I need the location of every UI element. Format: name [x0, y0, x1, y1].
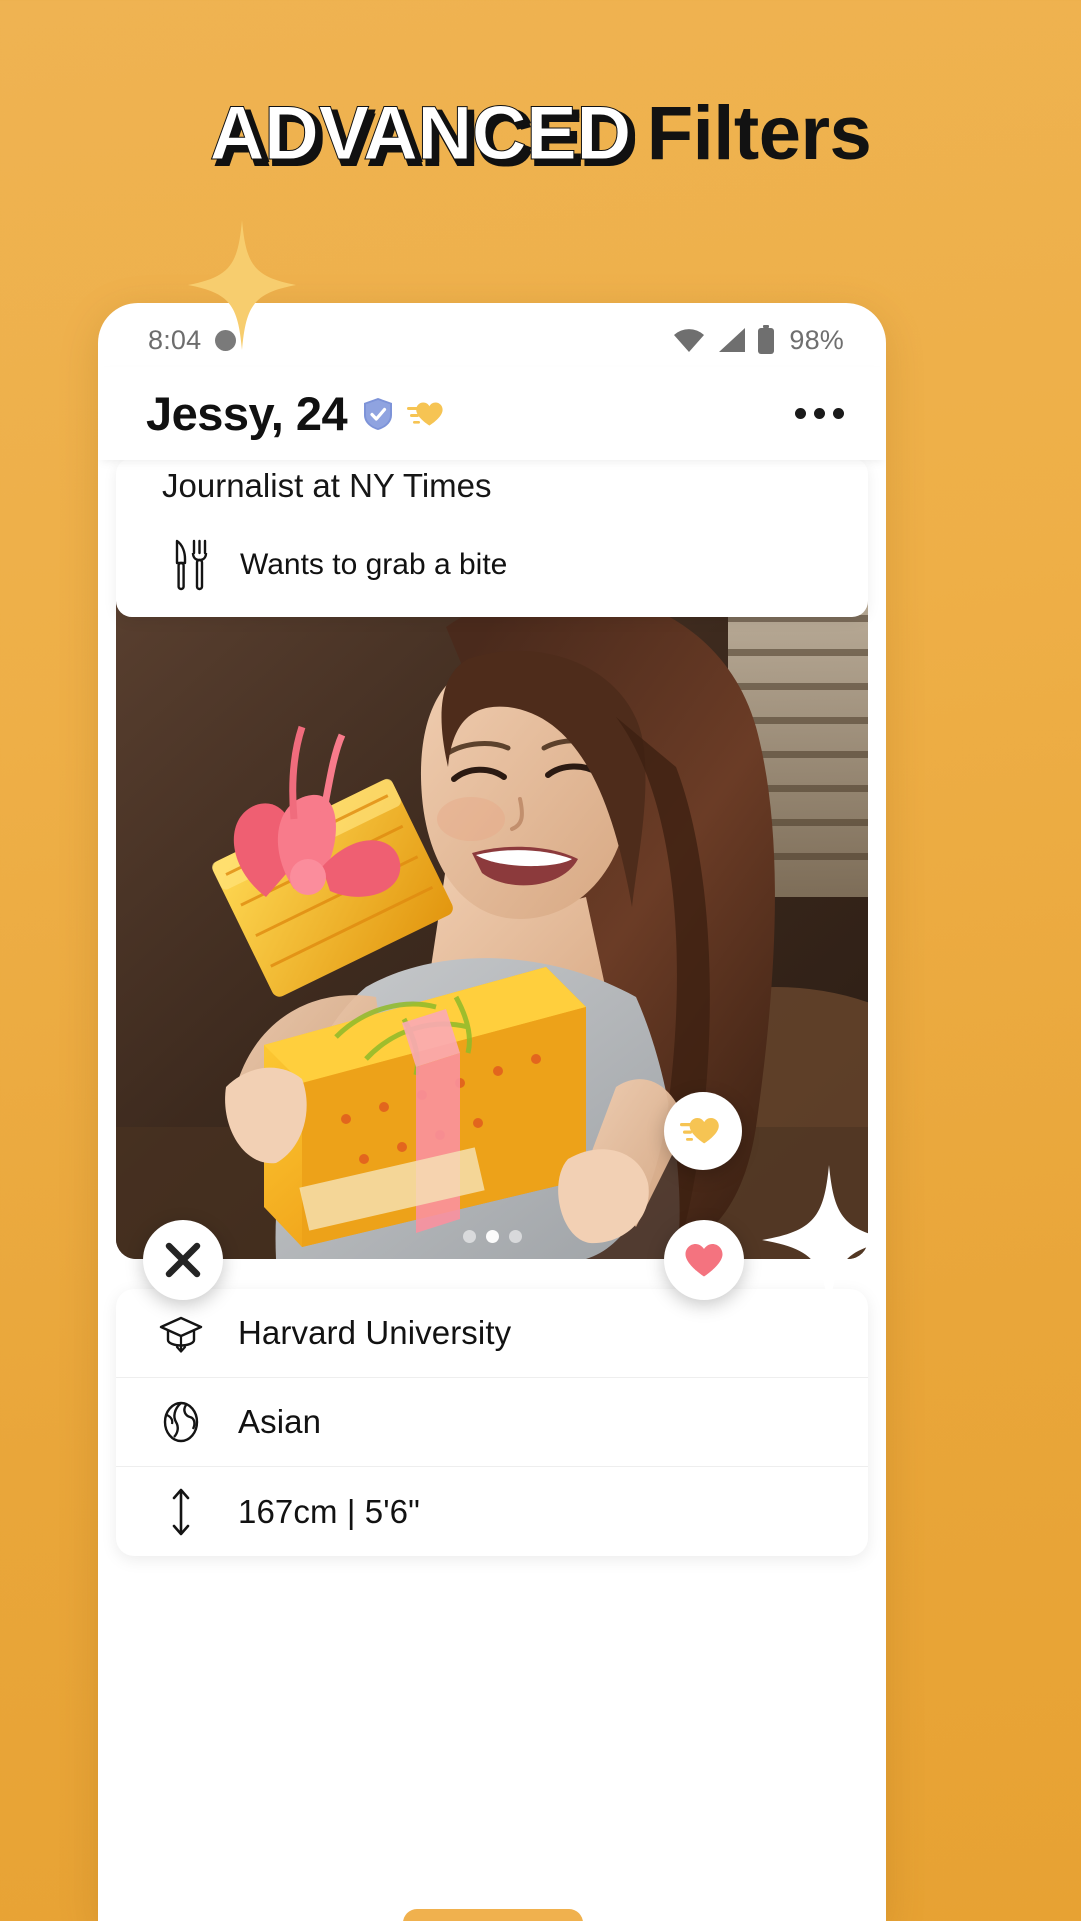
photo-pagination-dots[interactable] [116, 1230, 868, 1243]
more-dot [795, 408, 806, 419]
cutlery-icon [175, 539, 208, 590]
status-time: 8:04 [148, 324, 202, 355]
wifi-icon [674, 329, 705, 352]
notification-dot-icon [215, 329, 237, 351]
profile-name-age: Jessy, 24 [146, 387, 348, 440]
cellular-signal-icon [719, 328, 746, 352]
status-bar-left: 8:04 [148, 324, 237, 356]
detail-education-text: Harvard University [238, 1314, 512, 1351]
flying-heart-icon [680, 1118, 719, 1144]
like-button[interactable] [664, 1220, 744, 1300]
detail-ethnicity-text: Asian [238, 1403, 322, 1440]
graduation-cap-icon [158, 1310, 204, 1356]
detail-row-ethnicity[interactable]: Asian [116, 1378, 868, 1467]
profile-details-card: Harvard University Asian 167cm | 5'6" [116, 1289, 868, 1556]
more-dot [814, 408, 825, 419]
bottom-accent-strip [403, 1909, 583, 1921]
detail-row-education[interactable]: Harvard University [116, 1289, 868, 1378]
status-bar-right: 98% [673, 325, 844, 356]
heart-icon [685, 1244, 723, 1277]
superlike-button[interactable] [664, 1092, 742, 1170]
status-bar: 8:04 98% [98, 303, 886, 367]
nope-button[interactable] [143, 1220, 223, 1300]
more-options-icon[interactable] [789, 390, 850, 437]
detail-row-height[interactable]: 167cm | 5'6" [116, 1467, 868, 1556]
bio-row-intent: Wants to grab a bite [116, 509, 868, 591]
headline-filters: Filters [646, 91, 872, 176]
profile-header: Jessy, 24 [98, 367, 886, 460]
phone-mockup: 8:04 98% Jessy, 24 Journalist at NY Time… [98, 303, 886, 1921]
close-x-icon [165, 1242, 201, 1278]
profile-photo[interactable] [116, 567, 868, 1259]
bio-intent-text: Wants to grab a bite [240, 547, 508, 581]
battery-percent: 98% [789, 324, 844, 355]
profile-occupation: Journalist at NY Times [162, 467, 492, 504]
page-title: ADVANCED Filters [0, 95, 1081, 172]
profile-photo-image [116, 567, 868, 1259]
more-dot [833, 408, 844, 419]
height-arrow-icon [158, 1486, 204, 1538]
photo-dot[interactable] [508, 1230, 522, 1243]
bio-card: Journalist at NY Times Wants to grab a b… [116, 458, 868, 617]
battery-icon [758, 325, 775, 354]
photo-dot[interactable] [462, 1230, 476, 1243]
flying-heart-icon [407, 402, 443, 425]
photo-dot-active[interactable] [485, 1230, 499, 1243]
headline-advanced: ADVANCED [209, 91, 632, 176]
detail-height-text: 167cm | 5'6" [238, 1492, 420, 1530]
verified-shield-icon [364, 397, 393, 430]
globe-icon [158, 1399, 204, 1445]
